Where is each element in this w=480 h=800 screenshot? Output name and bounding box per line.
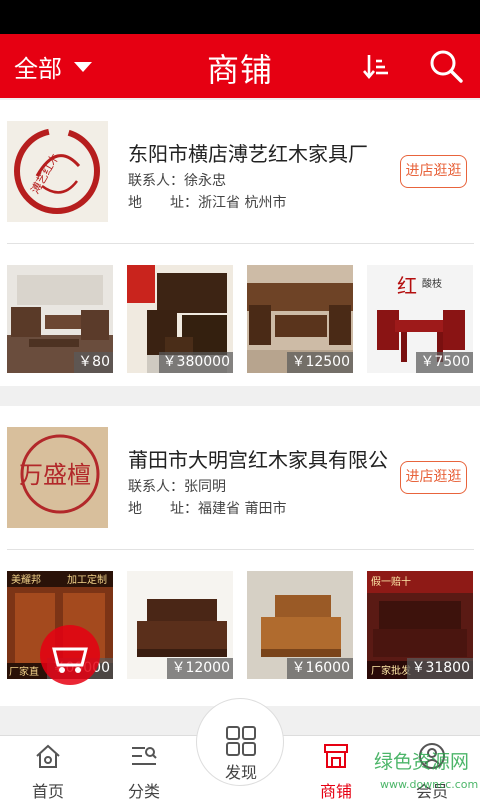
- store-address: 地 址：福建省 莆田市: [128, 498, 286, 518]
- cart-icon: [52, 647, 88, 673]
- enter-store-button[interactable]: 进店逛逛: [400, 155, 467, 188]
- product-thumbnail[interactable]: ￥80: [7, 265, 113, 373]
- watermark-url: www.downcc.com: [380, 778, 478, 791]
- nav-label: 分类: [127, 782, 160, 800]
- watermark-title: 绿色资源网: [374, 751, 469, 773]
- nav-item-home[interactable]: 首页: [0, 736, 96, 800]
- category-icon: [132, 747, 157, 765]
- shop-icon: [324, 744, 348, 768]
- logo-text: 万盛檀: [19, 461, 91, 489]
- sort-icon[interactable]: [362, 52, 390, 80]
- search-icon[interactable]: [428, 48, 464, 84]
- product-thumbnails: ￥80 ￥380000 ￥12500 红 酸枝 ￥7500: [0, 265, 480, 373]
- status-bar: [0, 0, 480, 34]
- divider: [7, 243, 474, 244]
- home-icon: [36, 744, 60, 768]
- product-thumbnail[interactable]: 假一赔十 厂家批发 ￥31800: [367, 571, 473, 679]
- product-price: ￥7500: [416, 352, 473, 373]
- nav-item-shop[interactable]: 商铺: [288, 736, 384, 800]
- nav-item-discover[interactable]: 发现: [196, 698, 284, 786]
- nav-label: 首页: [31, 782, 64, 800]
- discover-icon: [226, 726, 256, 756]
- app-header: 全部 商铺: [0, 34, 480, 98]
- store-logo: 万盛檀: [7, 427, 108, 528]
- product-price: ￥16000: [287, 658, 353, 679]
- nav-label: 商铺: [319, 782, 352, 800]
- address-label: 地 址：: [128, 501, 198, 517]
- product-price: ￥12500: [287, 352, 353, 373]
- cart-button[interactable]: [40, 625, 100, 685]
- overlay-label: 假一赔十: [371, 575, 411, 588]
- store-name[interactable]: 东阳市横店溥艺红木家具厂: [128, 138, 390, 167]
- store-contact: 联系人：徐永忠: [128, 173, 226, 189]
- overlay-label: 加工定制: [67, 573, 107, 586]
- divider: [7, 549, 474, 550]
- store-card[interactable]: 溥艺红木 东阳市横店溥艺红木家具厂 联系人：徐永忠 地 址：浙江省 杭州市 进店…: [0, 100, 480, 386]
- store-address: 地 址：浙江省 杭州市: [128, 192, 286, 212]
- enter-store-button[interactable]: 进店逛逛: [400, 461, 467, 494]
- product-thumbnail[interactable]: ￥12000: [127, 571, 233, 679]
- nav-item-category[interactable]: 分类: [96, 736, 192, 800]
- overlay-label: 美耀邦: [11, 573, 41, 586]
- address-value: 福建省 莆田市: [198, 501, 287, 517]
- product-thumbnail[interactable]: ￥16000: [247, 571, 353, 679]
- overlay-label: 厂家直: [9, 665, 39, 678]
- svg-text:酸枝: 酸枝: [422, 277, 442, 290]
- store-contact: 联系人：张同明: [128, 479, 226, 495]
- overlay-label: 厂家批发: [371, 664, 411, 677]
- address-label: 地 址：: [128, 195, 198, 211]
- store-name[interactable]: 莆田市大明宫红木家具有限公...: [128, 444, 390, 473]
- product-thumbnail[interactable]: 红 酸枝 ￥7500: [367, 265, 473, 373]
- product-price: ￥31800: [407, 658, 473, 679]
- product-price: ￥380000: [158, 352, 233, 373]
- page-title: 商铺: [206, 51, 273, 89]
- store-header: 万盛檀 莆田市大明宫红木家具有限公... 联系人：张同明 地 址：福建省 莆田市…: [0, 406, 480, 546]
- address-value: 浙江省 杭州市: [198, 195, 287, 211]
- store-logo: 溥艺红木: [7, 121, 108, 222]
- nav-label: 发现: [224, 763, 257, 782]
- product-thumbnail[interactable]: ￥12500: [247, 265, 353, 373]
- product-price: ￥12000: [167, 658, 233, 679]
- product-thumbnail[interactable]: ￥380000: [127, 265, 233, 373]
- store-header: 溥艺红木 东阳市横店溥艺红木家具厂 联系人：徐永忠 地 址：浙江省 杭州市 进店…: [0, 100, 480, 240]
- svg-text:红: 红: [397, 274, 417, 298]
- product-price: ￥80: [74, 352, 113, 373]
- watermark: 绿色资源网 www.downcc.com: [374, 742, 480, 800]
